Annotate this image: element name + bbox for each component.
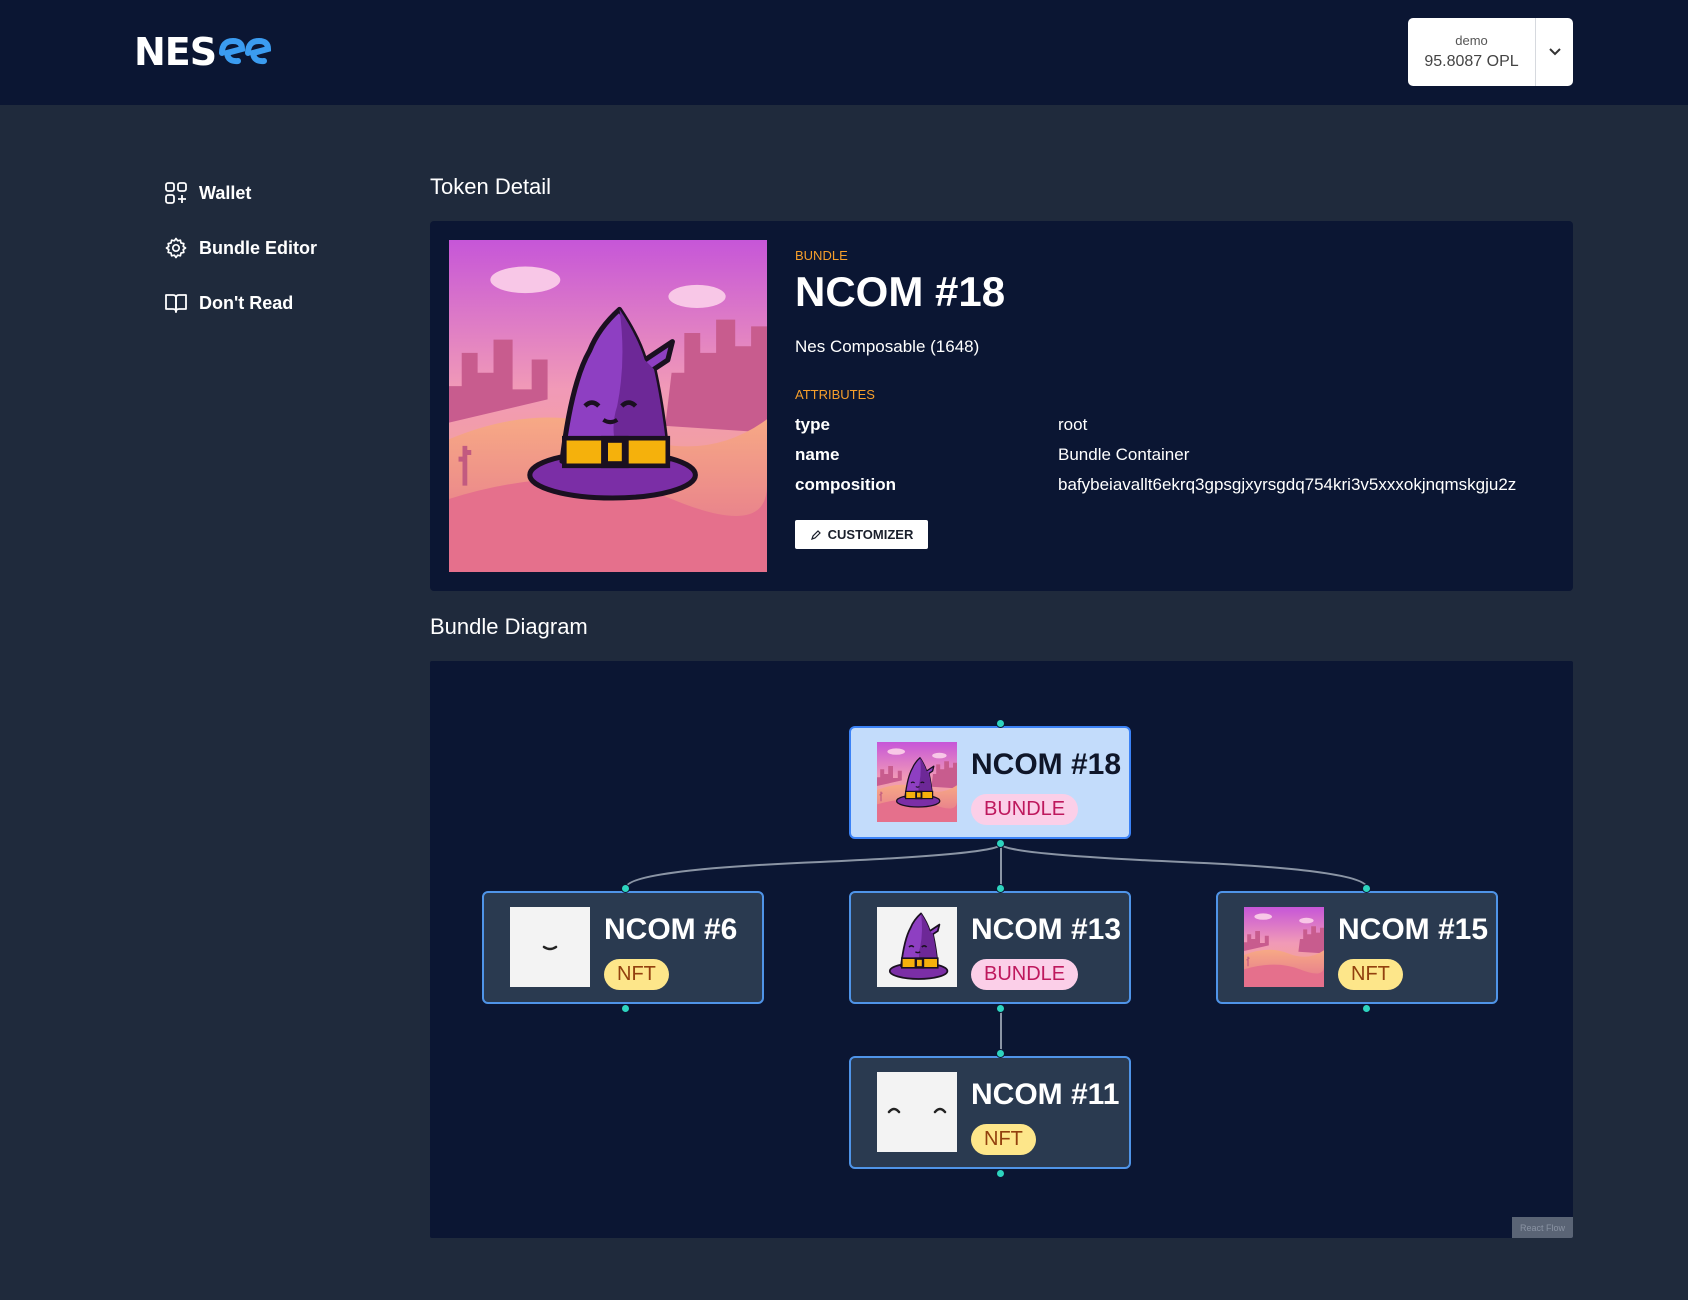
top-bar: NES demo 95.8087 OPL	[0, 0, 1688, 105]
node-badge: NFT	[971, 1124, 1036, 1155]
node-handle-target[interactable]	[996, 884, 1005, 893]
account-dropdown[interactable]: demo 95.8087 OPL	[1408, 18, 1573, 86]
logo-ee-icon	[219, 37, 272, 65]
diagram-node-ncom-18[interactable]: NCOM #18 BUNDLE	[849, 726, 1131, 839]
diagram-node-ncom-15[interactable]: NCOM #15 NFT	[1216, 891, 1498, 1004]
diagram-node-ncom-6[interactable]: NCOM #6 NFT	[482, 891, 764, 1004]
node-label: NCOM #11	[971, 1078, 1120, 1111]
attributes-label: ATTRIBUTES	[795, 387, 875, 402]
app-logo[interactable]: NES	[134, 30, 274, 74]
node-badge: BUNDLE	[971, 794, 1079, 825]
account-username: demo	[1455, 33, 1488, 48]
node-label: NCOM #15	[1338, 913, 1489, 946]
token-title: NCOM #18	[795, 268, 1006, 315]
node-handle-source[interactable]	[621, 1004, 630, 1013]
bundle-diagram-canvas[interactable]: NCOM #18 BUNDLE NCOM #6 NFT NCOM #13 BUN…	[430, 661, 1573, 1238]
account-balance: 95.8087 OPL	[1424, 53, 1519, 70]
account-info[interactable]: demo 95.8087 OPL	[1408, 18, 1536, 86]
attribute-key: name	[795, 445, 840, 464]
bundle-diagram-heading: Bundle Diagram	[430, 614, 588, 639]
node-label: NCOM #13	[971, 913, 1122, 946]
sidebar-item-label: Wallet	[199, 182, 252, 203]
sidebar-item-label: Bundle Editor	[199, 237, 317, 258]
book-icon	[165, 294, 187, 313]
node-label: NCOM #6	[604, 913, 738, 946]
logo-text: NES	[134, 30, 217, 74]
token-collection: Nes Composable (1648)	[795, 337, 980, 356]
sidebar-item-label: Don't Read	[199, 292, 294, 313]
chevron-down-icon	[1548, 48, 1561, 56]
token-detail-card: BUNDLE NCOM #18 Nes Composable (1648) AT…	[430, 221, 1573, 591]
token-image	[449, 240, 767, 572]
node-badge: NFT	[604, 959, 669, 990]
node-handle-target[interactable]	[996, 1049, 1005, 1058]
token-detail-heading: Token Detail	[430, 174, 552, 199]
node-handle-target[interactable]	[621, 884, 630, 893]
attribute-value: Bundle Container	[1058, 445, 1190, 464]
node-thumbnail	[510, 907, 590, 987]
sidebar-item-bundle-editor[interactable]: Bundle Editor	[164, 235, 317, 261]
attribute-key: composition	[795, 475, 897, 494]
node-thumbnail	[877, 1072, 957, 1152]
attribute-value: root	[1058, 415, 1088, 434]
sidebar-nav: Wallet Bundle Editor Don't Read	[164, 180, 317, 345]
sidebar-item-wallet[interactable]: Wallet	[164, 180, 317, 206]
node-badge: NFT	[1338, 959, 1403, 990]
pencil-icon	[810, 529, 821, 540]
node-handle-target[interactable]	[1362, 884, 1371, 893]
node-handle-source[interactable]	[996, 1169, 1005, 1178]
diagram-node-ncom-13[interactable]: NCOM #13 BUNDLE	[849, 891, 1131, 1004]
wallet-grid-icon	[165, 182, 187, 204]
node-handle-source[interactable]	[1362, 1004, 1371, 1013]
node-thumbnail	[1244, 907, 1324, 987]
react-flow-attribution[interactable]: React Flow	[1512, 1217, 1573, 1238]
customizer-button[interactable]: CUSTOMIZER	[795, 520, 928, 549]
diagram-node-ncom-11[interactable]: NCOM #11 NFT	[849, 1056, 1131, 1169]
node-handle-source[interactable]	[996, 839, 1005, 848]
node-thumbnail	[877, 742, 957, 822]
node-thumbnail	[877, 907, 957, 987]
sidebar-item-dont-read[interactable]: Don't Read	[164, 290, 317, 316]
attribute-value: bafybeiavallt6ekrq3gpsgjxyrsgdq754kri3v5…	[1058, 475, 1517, 494]
attribute-key: type	[795, 415, 830, 434]
node-badge: BUNDLE	[971, 959, 1079, 990]
gear-icon	[165, 237, 187, 259]
dropdown-toggle[interactable]	[1536, 18, 1573, 86]
node-handle-target[interactable]	[996, 719, 1005, 728]
node-handle-source[interactable]	[996, 1004, 1005, 1013]
customizer-label: CUSTOMIZER	[827, 527, 914, 542]
node-label: NCOM #18	[971, 748, 1122, 781]
token-kind-label: BUNDLE	[795, 248, 848, 263]
